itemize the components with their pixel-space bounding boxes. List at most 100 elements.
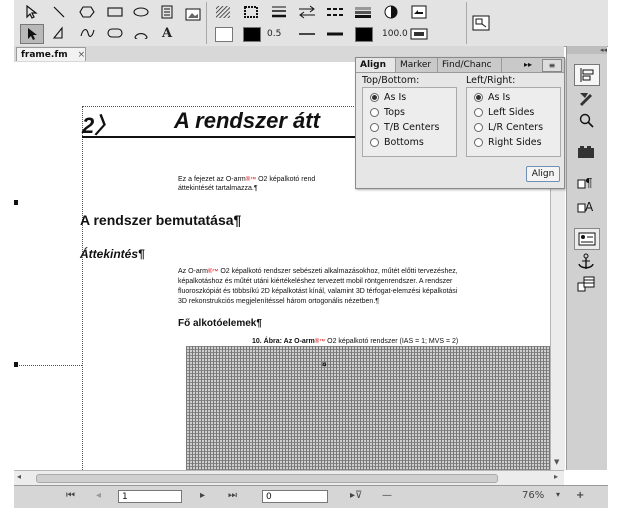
frame-handle[interactable] — [14, 200, 18, 205]
fill-gradient-icon[interactable] — [352, 3, 374, 21]
tab-marker[interactable]: Marker — [396, 58, 438, 72]
runaround-icon[interactable] — [408, 3, 430, 21]
radio-right-sides[interactable]: Right Sides — [474, 137, 542, 148]
panel-overflow-icon[interactable]: ▸▸ — [524, 60, 532, 69]
snap-icon[interactable] — [470, 14, 492, 32]
radio-indicator — [370, 93, 379, 102]
align-panel: Align Marker Find/Chanc ▸▸ ≡ Top/Bottom:… — [355, 57, 565, 189]
tab-frame-fm[interactable]: frame.fm × — [16, 47, 86, 61]
rectangle-tool-icon[interactable] — [104, 3, 126, 21]
toolbar-divider — [206, 2, 207, 44]
paragraph-catalog-icon[interactable]: ¶ — [574, 172, 598, 192]
line-tool-icon[interactable] — [48, 3, 70, 21]
scroll-thumb[interactable] — [36, 474, 498, 483]
scroll-left-icon[interactable]: ◂ — [17, 472, 21, 481]
text-frame-tool-icon[interactable] — [156, 3, 178, 21]
stroke-width-value[interactable]: 0.5 — [267, 29, 281, 39]
align-panel-icon[interactable] — [574, 64, 600, 86]
first-page-icon[interactable]: ⏮ — [66, 490, 75, 501]
scroll-down-icon[interactable]: ▼ — [554, 458, 559, 466]
radio-lr-centers[interactable]: L/R Centers — [474, 122, 543, 133]
tint-value[interactable]: 100.0 — [382, 29, 408, 39]
tab-find-change[interactable]: Find/Chanc — [438, 58, 502, 72]
radio-indicator — [370, 108, 379, 117]
stroke-color-swatch[interactable] — [243, 27, 261, 42]
radio-tb-centers[interactable]: T/B Centers — [370, 122, 439, 133]
radio-indicator — [474, 123, 483, 132]
figure-graphic-frame[interactable] — [186, 346, 550, 470]
polygon-tool-icon[interactable] — [76, 3, 98, 21]
radio-bottoms[interactable]: Bottoms — [370, 137, 424, 148]
solid-line-icon[interactable] — [296, 25, 318, 43]
left-right-label: Left/Right: — [466, 75, 516, 86]
reference-pages-icon[interactable] — [574, 142, 598, 162]
marker-panel-icon[interactable] — [574, 88, 598, 108]
rounded-rect-tool-icon[interactable] — [104, 24, 126, 42]
tint-swatch[interactable] — [355, 27, 373, 42]
radio-indicator — [370, 123, 379, 132]
last-page-icon[interactable]: ⏭ — [228, 490, 237, 501]
find-change-panel-icon[interactable] — [574, 110, 598, 130]
anchor-panel-icon[interactable] — [574, 252, 598, 272]
radio-indicator — [370, 138, 379, 147]
goto-field[interactable]: 0 — [262, 490, 328, 503]
dashed-line-icon[interactable] — [324, 3, 346, 21]
radio-label: L/R Centers — [488, 122, 544, 133]
oval-tool-icon[interactable] — [130, 3, 152, 21]
align-button[interactable]: Align — [526, 166, 560, 182]
horizontal-scrollbar[interactable]: ◂ ▸ — [14, 470, 564, 485]
main-toolbar: A 0.5 100.0 — [14, 0, 608, 47]
table-catalog-icon[interactable] — [574, 274, 598, 294]
zoom-level[interactable]: 76% — [522, 490, 544, 501]
frame-options-icon[interactable] — [408, 25, 430, 43]
fill-color-swatch[interactable] — [215, 27, 233, 42]
page-number-field[interactable]: 1 — [118, 490, 182, 503]
previous-page-icon[interactable]: ◂ — [96, 490, 101, 501]
polyline-tool-icon[interactable] — [48, 24, 70, 42]
heading-attekintes: Áttekintés¶ — [80, 247, 145, 261]
tab-label: frame.fm — [21, 49, 68, 60]
tab-align[interactable]: Align — [356, 58, 396, 72]
scroll-right-icon[interactable]: ▸ — [554, 472, 558, 481]
fill-pattern-icon[interactable] — [212, 3, 234, 21]
markers-icon[interactable] — [574, 228, 600, 250]
top-bottom-label: Top/Bottom: — [362, 75, 420, 86]
select-arrow-icon[interactable] — [20, 3, 42, 21]
thick-line-icon[interactable] — [324, 25, 346, 43]
line-ends-icon[interactable] — [296, 3, 318, 21]
pointer-tool-icon[interactable] — [20, 24, 44, 44]
intro-part: O2 képalkotó rend — [258, 176, 316, 183]
zoom-out-button[interactable]: — — [382, 490, 392, 501]
radio-tops[interactable]: Tops — [370, 107, 405, 118]
paragraph-line: képalkotáshoz és műtét utáni kiértékelés… — [178, 278, 453, 285]
graphic-frame-tool-icon[interactable] — [182, 5, 204, 23]
page-margin-guide — [82, 106, 84, 470]
radio-left-sides[interactable]: Left Sides — [474, 107, 534, 118]
close-tab-icon[interactable]: × — [78, 50, 86, 60]
goto-icon[interactable]: ▸⊽ — [350, 490, 362, 501]
frame-handle[interactable] — [14, 362, 18, 367]
registered-mark: ®™ — [314, 339, 326, 345]
collapse-icon[interactable]: ◂◂ — [567, 46, 607, 54]
radio-label: Bottoms — [384, 137, 424, 148]
registered-mark: ®™ — [207, 269, 219, 275]
intro-part: Ez a fejezet az O-arm — [178, 176, 246, 183]
paragraph-line: fluoroszkópiát és többsíkú 2D képalkotás… — [178, 288, 458, 295]
line-width-icon[interactable] — [268, 3, 290, 21]
pen-pattern-icon[interactable] — [240, 3, 262, 21]
next-page-icon[interactable]: ▸ — [200, 490, 205, 501]
arc-tool-icon[interactable] — [130, 24, 152, 42]
page-margin-guide — [14, 365, 82, 367]
zoom-dropdown-icon[interactable]: ▾ — [556, 490, 560, 499]
radio-lr-as-is[interactable]: As Is — [474, 92, 510, 103]
character-catalog-icon[interactable]: A — [574, 196, 598, 216]
zoom-in-button[interactable]: + — [576, 490, 584, 501]
anchor-symbol: ¤ — [322, 360, 327, 369]
panel-menu-icon[interactable]: ≡ — [542, 59, 562, 72]
radio-tb-as-is[interactable]: As Is — [370, 92, 406, 103]
freehand-tool-icon[interactable] — [76, 24, 98, 42]
heading-rendszer: A rendszer bemutatása¶ — [80, 212, 242, 228]
overprint-icon[interactable] — [380, 3, 402, 21]
text-tool-icon[interactable]: A — [156, 24, 178, 42]
radio-label: As Is — [384, 92, 407, 103]
